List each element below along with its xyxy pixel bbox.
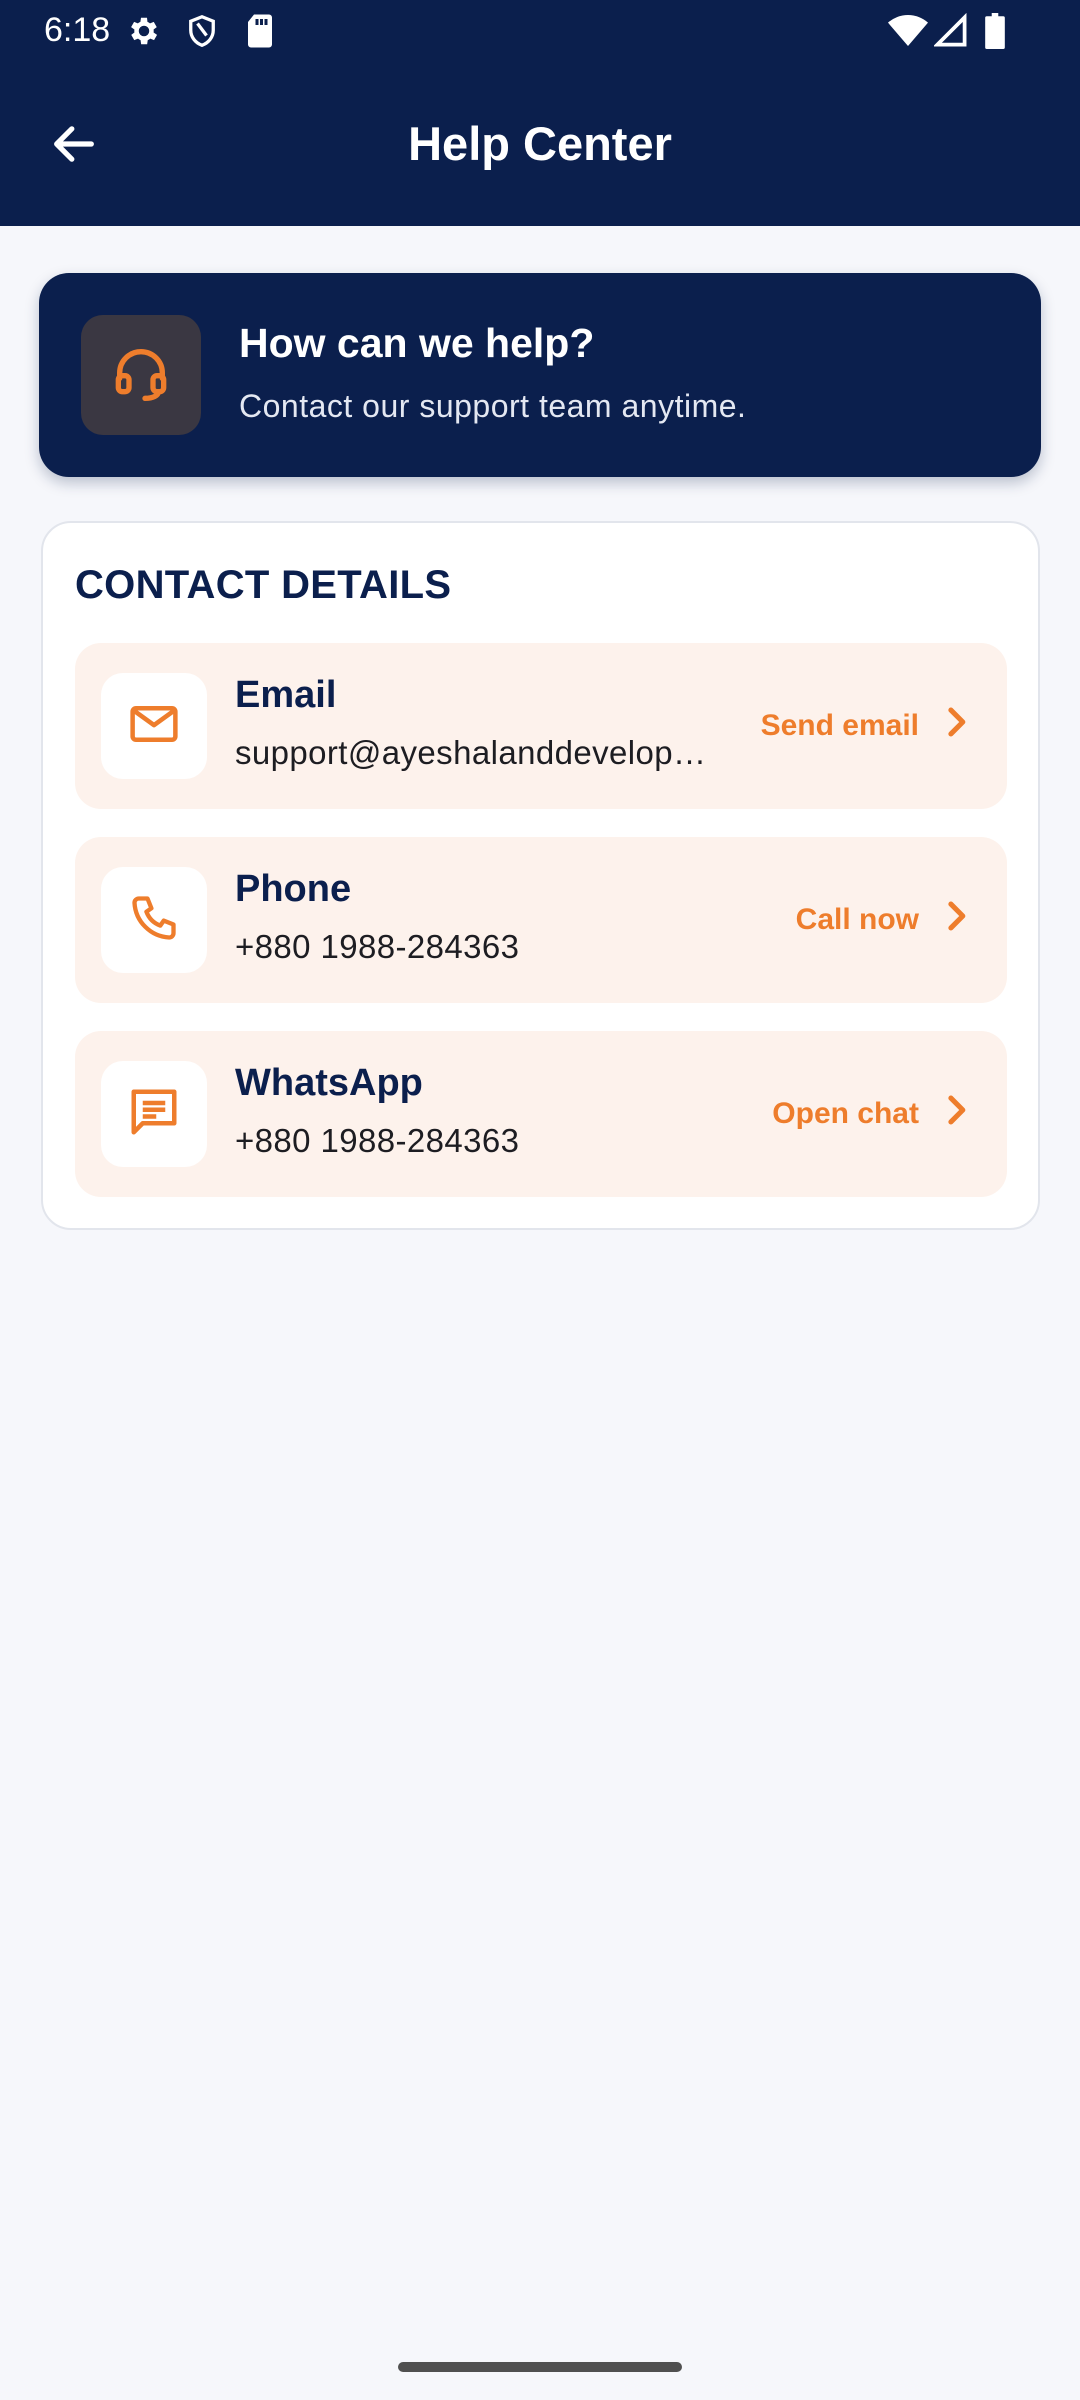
action-label: Call now (795, 903, 919, 936)
row-icon-container (101, 867, 207, 973)
chevron-right-icon (941, 1093, 971, 1135)
hero-subtitle: Contact our support team anytime. (239, 388, 747, 424)
send-email-button[interactable]: Send email (761, 703, 971, 749)
chevron-right-icon (941, 705, 971, 747)
hero-title: How can we help? (239, 320, 595, 366)
status-bar: 6:18 (0, 0, 1080, 62)
call-now-button[interactable]: Call now (796, 897, 971, 943)
row-icon-container (101, 1061, 207, 1167)
gear-icon (126, 13, 162, 54)
contact-value: +880 1988-284363 (235, 928, 520, 965)
contact-label: Email (235, 674, 337, 716)
chevron-right-icon (941, 899, 971, 941)
action-label: Send email (760, 709, 919, 742)
signal-icon (932, 12, 968, 54)
section-title: CONTACT DETAILS (75, 563, 452, 607)
open-chat-button[interactable]: Open chat (772, 1091, 971, 1137)
app-bar: Help Center (0, 62, 1080, 226)
mail-icon (127, 697, 181, 756)
sd-card-icon (244, 13, 276, 54)
contact-value: +880 1988-284363 (235, 1122, 520, 1159)
battery-icon (984, 13, 1006, 54)
contact-row-email[interactable]: Email support@ayeshalanddevelop… Send em… (75, 643, 1007, 809)
contact-row-phone[interactable]: Phone +880 1988-284363 Call now (75, 837, 1007, 1003)
headset-icon (109, 341, 173, 410)
action-label: Open chat (772, 1097, 919, 1130)
status-time: 6:18 (44, 11, 111, 49)
contact-details-card: CONTACT DETAILS Email support@ayeshaland… (41, 521, 1040, 1230)
help-hero-card: How can we help? Contact our support tea… (39, 273, 1041, 477)
contact-row-whatsapp[interactable]: WhatsApp +880 1988-284363 Open chat (75, 1031, 1007, 1197)
wifi-icon (888, 13, 928, 54)
page-title: Help Center (408, 117, 672, 170)
contact-label: WhatsApp (235, 1062, 423, 1104)
shield-icon (184, 13, 220, 54)
contact-label: Phone (235, 868, 352, 910)
row-icon-container (101, 673, 207, 779)
chat-icon (127, 1085, 181, 1144)
hero-icon-container (81, 315, 201, 435)
phone-icon (128, 892, 180, 949)
home-indicator[interactable] (398, 2362, 682, 2372)
contact-value: support@ayeshalanddevelop… (235, 734, 707, 771)
